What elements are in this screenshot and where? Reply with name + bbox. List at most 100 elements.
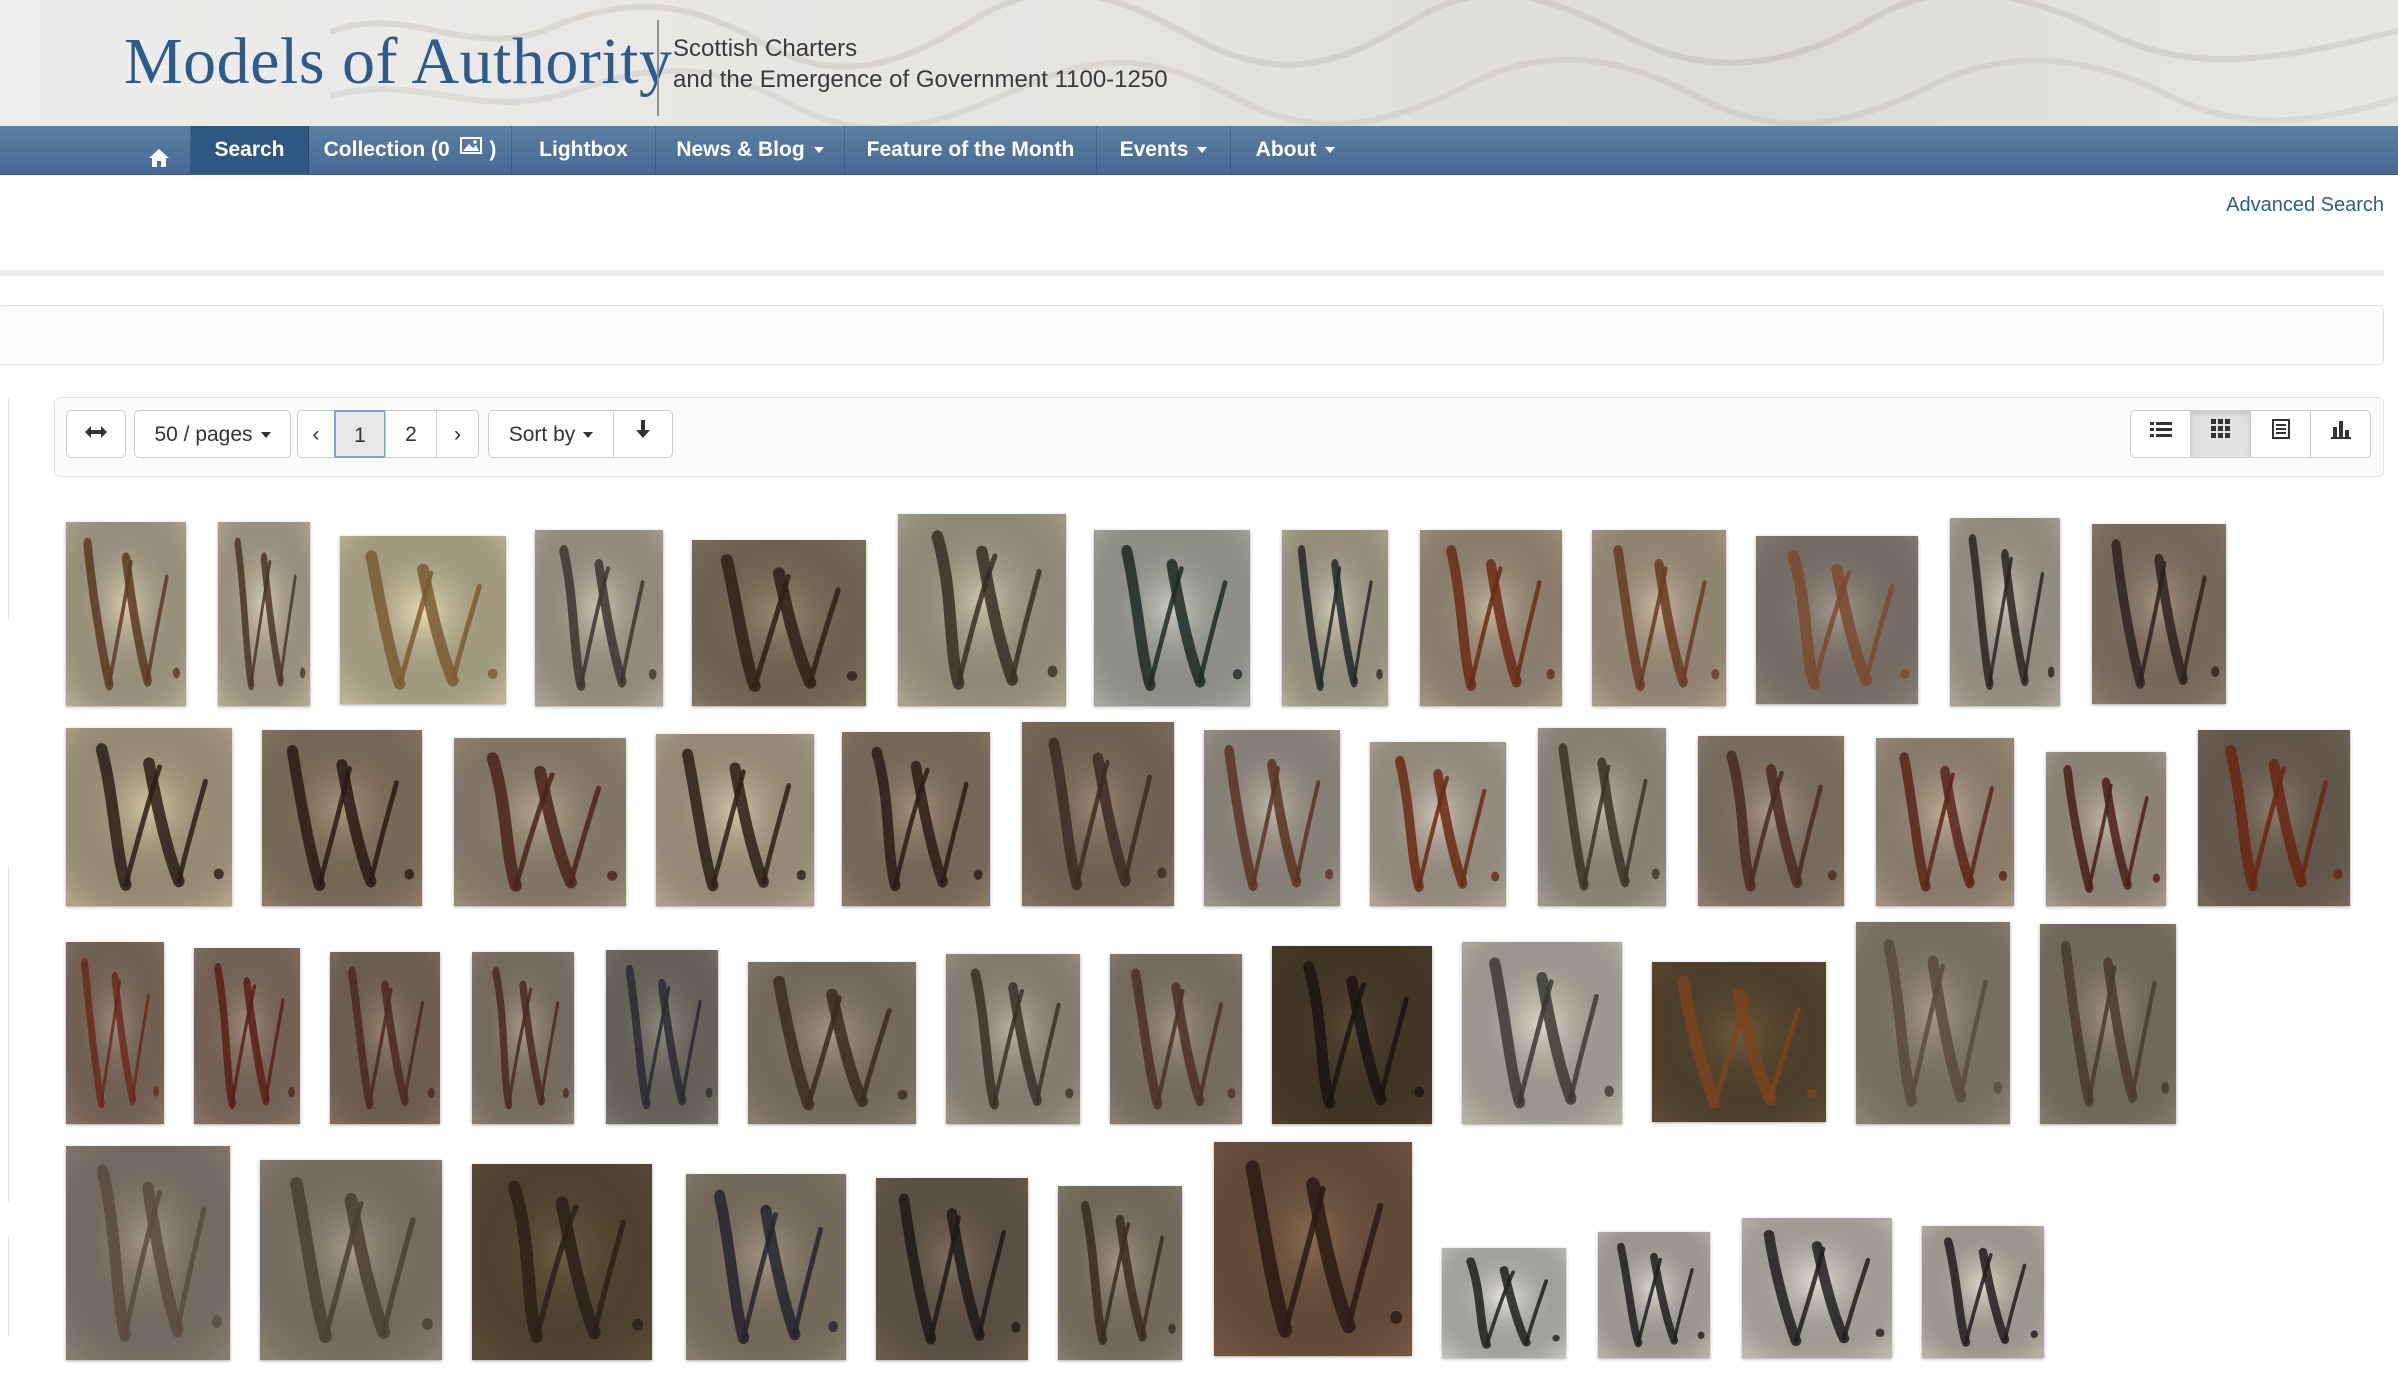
chart-view-button[interactable]: [2310, 410, 2371, 458]
divider: [0, 270, 2384, 276]
result-thumbnail[interactable]: W: [1950, 518, 2060, 706]
nav-collection[interactable]: Collection (0 ): [309, 126, 512, 174]
nav-lightbox[interactable]: Lightbox: [512, 126, 656, 174]
result-thumbnail[interactable]: W: [748, 962, 916, 1124]
result-thumbnail[interactable]: W: [1652, 962, 1826, 1122]
result-thumbnail[interactable]: W: [686, 1174, 846, 1360]
result-thumbnail[interactable]: W: [1756, 536, 1918, 704]
result-thumbnail[interactable]: W: [260, 1160, 442, 1360]
nav-feature-label: Feature of the Month: [866, 138, 1075, 161]
result-thumbnail[interactable]: W: [946, 954, 1080, 1124]
nav-about-label: About: [1255, 138, 1317, 161]
expand-width-button[interactable]: [66, 410, 126, 458]
grid-view-icon: [2210, 409, 2231, 457]
result-thumbnail[interactable]: W: [1742, 1218, 1892, 1358]
sidebar-edge: [0, 560, 9, 620]
result-thumbnail[interactable]: W: [1022, 722, 1174, 906]
result-thumbnail[interactable]: W: [2092, 524, 2226, 704]
advanced-search-link[interactable]: Advanced Search: [2226, 194, 2384, 217]
result-thumbnail[interactable]: W: [535, 530, 663, 706]
result-thumbnail[interactable]: W: [1876, 738, 2014, 906]
result-thumbnail[interactable]: W: [1204, 730, 1340, 906]
result-thumbnail[interactable]: W: [1462, 942, 1622, 1124]
result-thumbnail[interactable]: W: [1442, 1248, 1566, 1358]
result-thumbnail[interactable]: W: [898, 514, 1066, 706]
result-thumbnail[interactable]: W: [606, 950, 718, 1124]
result-thumbnail[interactable]: W: [1370, 742, 1506, 906]
sort-direction-button[interactable]: [613, 410, 673, 458]
page-size-dropdown[interactable]: 50 / pages: [134, 410, 291, 458]
next-page-button[interactable]: ›: [436, 410, 479, 458]
result-thumbnail[interactable]: W: [1272, 946, 1432, 1124]
result-thumbnail[interactable]: W: [1698, 736, 1844, 906]
result-thumbnail[interactable]: W: [1856, 922, 2010, 1124]
result-thumbnail[interactable]: W: [454, 738, 626, 906]
result-thumbnail[interactable]: W: [1922, 1226, 2044, 1358]
nav-lightbox-label: Lightbox: [539, 138, 628, 161]
arrow-down-icon: [635, 409, 651, 457]
nav-search[interactable]: Search: [191, 126, 309, 174]
detail-view-icon: [2271, 409, 2290, 457]
nav-news-blog[interactable]: News & Blog: [656, 126, 845, 174]
detail-view-button[interactable]: [2250, 410, 2311, 458]
result-thumbnail[interactable]: W: [1094, 530, 1250, 706]
list-view-button[interactable]: [2130, 410, 2191, 458]
result-thumbnail[interactable]: W: [194, 948, 300, 1124]
nav-news-blog-label: News & Blog: [676, 138, 805, 161]
sidebar-edge: [0, 1236, 9, 1336]
result-thumbnail[interactable]: W: [1592, 530, 1726, 706]
nav-home[interactable]: [128, 126, 191, 174]
next-page-label: ›: [454, 423, 461, 446]
title-divider: [657, 20, 659, 116]
nav-feature-of-the-month[interactable]: Feature of the Month: [845, 126, 1097, 174]
page-2-button[interactable]: 2: [385, 410, 437, 458]
result-thumbnail[interactable]: W: [1058, 1186, 1182, 1360]
result-thumbnail[interactable]: W: [1110, 954, 1242, 1124]
result-thumbnail[interactable]: W: [472, 1164, 652, 1360]
nav-about[interactable]: About: [1231, 126, 1360, 174]
result-thumbnail[interactable]: W: [1282, 530, 1388, 706]
page-size-label: 50 / pages: [154, 423, 253, 446]
result-thumbnail[interactable]: W: [66, 728, 232, 906]
result-thumbnail[interactable]: W: [330, 952, 440, 1124]
chart-view-icon: [2330, 409, 2351, 457]
result-thumbnail[interactable]: W: [1538, 728, 1666, 906]
result-thumbnail[interactable]: W: [340, 536, 506, 704]
image-icon: [459, 124, 482, 172]
nav-events-label: Events: [1119, 138, 1189, 161]
home-icon: [148, 138, 170, 168]
sidebar-edge: [0, 866, 9, 1202]
result-thumbnail[interactable]: W: [876, 1178, 1028, 1360]
result-thumbnail[interactable]: W: [2198, 730, 2350, 906]
result-thumbnail[interactable]: W: [66, 1146, 230, 1360]
nav-collection-suffix: ): [489, 138, 497, 161]
list-view-icon: [2149, 409, 2172, 457]
sort-by-label: Sort by: [508, 423, 576, 446]
result-thumbnail[interactable]: W: [472, 952, 574, 1124]
tagline-line-1: Scottish Charters: [673, 35, 858, 62]
page-1-button[interactable]: 1: [334, 410, 386, 458]
site-tagline: Scottish Charters and the Emergence of G…: [673, 33, 1168, 95]
result-thumbnail[interactable]: W: [66, 942, 164, 1124]
result-thumbnail[interactable]: W: [66, 522, 186, 706]
tagline-line-2: and the Emergence of Government 1100-125…: [673, 66, 1168, 93]
result-thumbnail[interactable]: W: [692, 540, 866, 706]
nav-events[interactable]: Events: [1097, 126, 1231, 174]
chevron-down-icon: [813, 147, 824, 154]
grid-view-button[interactable]: [2190, 410, 2251, 458]
result-thumbnail[interactable]: W: [2040, 924, 2176, 1124]
sort-by-dropdown[interactable]: Sort by: [488, 410, 614, 458]
result-thumbnail[interactable]: W: [262, 730, 422, 906]
result-thumbnail[interactable]: W: [1214, 1142, 1412, 1356]
chevron-down-icon: [260, 432, 271, 439]
result-thumbnail[interactable]: W: [842, 732, 990, 906]
result-thumbnail[interactable]: W: [1598, 1232, 1710, 1358]
site-title[interactable]: Models of Authority: [124, 24, 673, 100]
sidebar-edge: [0, 398, 9, 572]
result-thumbnail[interactable]: W: [218, 522, 310, 706]
nav-search-label: Search: [214, 138, 285, 161]
result-thumbnail[interactable]: W: [1420, 530, 1562, 706]
result-thumbnail[interactable]: W: [2046, 752, 2166, 906]
prev-page-button[interactable]: ‹: [297, 410, 335, 458]
result-thumbnail[interactable]: W: [656, 734, 814, 906]
